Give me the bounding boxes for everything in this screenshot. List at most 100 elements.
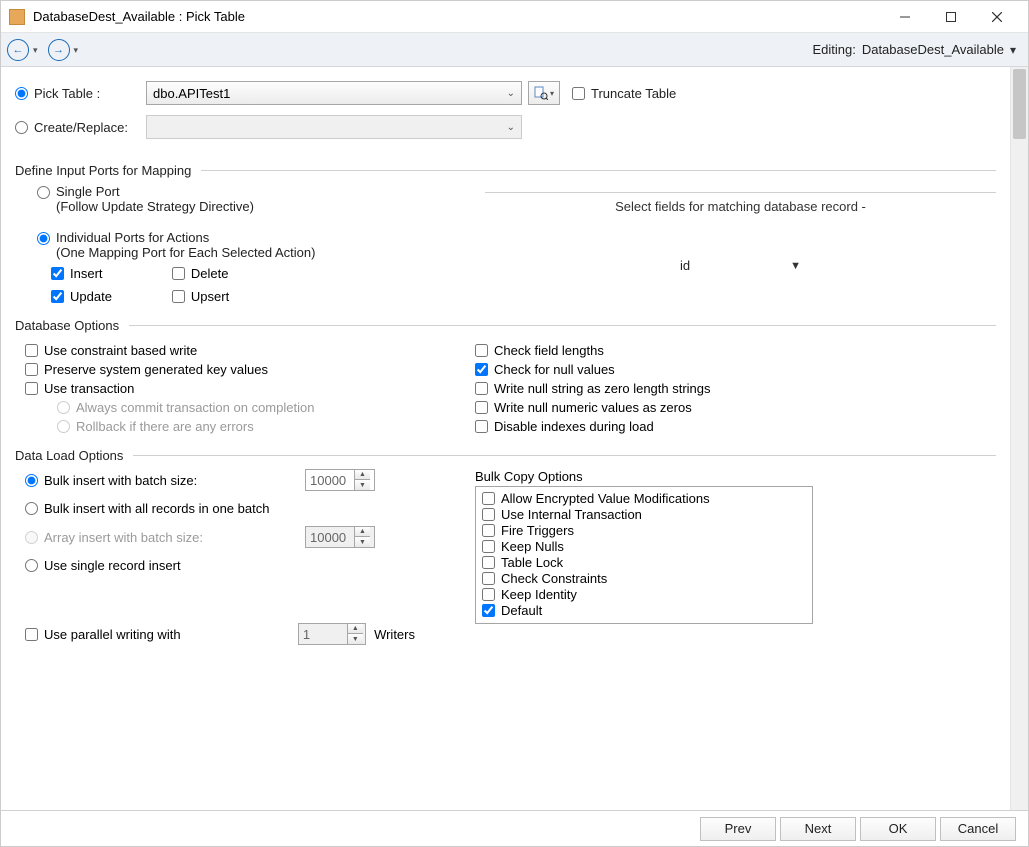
vertical-scrollbar[interactable] bbox=[1010, 67, 1028, 810]
bulk-batch-spinner[interactable]: ▲▼ bbox=[305, 469, 375, 491]
single-port-radio[interactable] bbox=[37, 186, 50, 199]
pick-table-value: dbo.APITest1 bbox=[153, 86, 507, 101]
chevron-down-icon: ⌄ bbox=[507, 88, 515, 99]
update-label: Update bbox=[70, 289, 112, 304]
constraint-write-label: Use constraint based write bbox=[44, 343, 197, 358]
check-lengths-label: Check field lengths bbox=[494, 343, 604, 358]
bulk-option-row: Keep Identity bbox=[482, 587, 806, 602]
array-batch-spinner: ▲▼ bbox=[305, 526, 375, 548]
delete-label: Delete bbox=[191, 266, 229, 281]
bulk-option-label: Fire Triggers bbox=[501, 523, 574, 538]
insert-checkbox[interactable] bbox=[51, 267, 64, 280]
content-area: Pick Table : dbo.APITest1 ⌄ ▾ Truncate T… bbox=[1, 67, 1010, 810]
caret-down-icon: ▾ bbox=[550, 89, 554, 98]
spinner-up-icon: ▲ bbox=[348, 624, 363, 634]
bulk-option-checkbox[interactable] bbox=[482, 508, 495, 521]
bulk-option-checkbox[interactable] bbox=[482, 588, 495, 601]
minimize-button[interactable] bbox=[882, 3, 928, 31]
scrollbar-thumb[interactable] bbox=[1013, 69, 1026, 139]
preserve-keys-checkbox[interactable] bbox=[25, 363, 38, 376]
footer: Prev Next OK Cancel bbox=[1, 810, 1028, 846]
pick-table-combo[interactable]: dbo.APITest1 ⌄ bbox=[146, 81, 522, 105]
null-string-checkbox[interactable] bbox=[475, 382, 488, 395]
forward-dropdown-icon[interactable]: ▾ bbox=[74, 45, 79, 56]
bulk-option-label: Table Lock bbox=[501, 555, 563, 570]
bulk-all-radio[interactable] bbox=[25, 502, 38, 515]
bulk-option-row: Check Constraints bbox=[482, 571, 806, 586]
bulk-option-row: Use Internal Transaction bbox=[482, 507, 806, 522]
constraint-write-checkbox[interactable] bbox=[25, 344, 38, 357]
use-transaction-checkbox[interactable] bbox=[25, 382, 38, 395]
bulk-option-label: Keep Identity bbox=[501, 587, 577, 602]
parallel-write-label: Use parallel writing with bbox=[44, 627, 181, 642]
bulk-option-checkbox[interactable] bbox=[482, 572, 495, 585]
spinner-up-icon[interactable]: ▲ bbox=[355, 470, 370, 480]
bulk-option-label: Check Constraints bbox=[501, 571, 607, 586]
back-button[interactable]: ← bbox=[7, 39, 29, 61]
bulk-option-checkbox[interactable] bbox=[482, 604, 495, 617]
editing-target: DatabaseDest_Available bbox=[862, 42, 1004, 57]
chevron-down-icon: ⌄ bbox=[507, 122, 515, 133]
commit-radio bbox=[57, 401, 70, 414]
bulk-batch-radio[interactable] bbox=[25, 474, 38, 487]
single-record-radio[interactable] bbox=[25, 559, 38, 572]
rollback-label: Rollback if there are any errors bbox=[76, 419, 254, 434]
mapping-section-title: Define Input Ports for Mapping bbox=[15, 163, 996, 178]
close-button[interactable] bbox=[974, 3, 1020, 31]
editing-dropdown-icon[interactable]: ▾ bbox=[1010, 43, 1016, 57]
parallel-writers-input bbox=[299, 627, 347, 642]
parallel-writers-spinner: ▲▼ bbox=[298, 623, 366, 645]
browse-table-button[interactable]: ▾ bbox=[528, 81, 560, 105]
bulk-option-row: Fire Triggers bbox=[482, 523, 806, 538]
upsert-checkbox[interactable] bbox=[172, 290, 185, 303]
bulk-option-label: Keep Nulls bbox=[501, 539, 564, 554]
bulk-option-row: Allow Encrypted Value Modifications bbox=[482, 491, 806, 506]
forward-button[interactable]: → bbox=[48, 39, 70, 61]
truncate-table-checkbox[interactable] bbox=[572, 87, 585, 100]
ok-button[interactable]: OK bbox=[860, 817, 936, 841]
bulk-option-checkbox[interactable] bbox=[482, 540, 495, 553]
app-icon bbox=[9, 9, 25, 25]
cancel-button[interactable]: Cancel bbox=[940, 817, 1016, 841]
null-numeric-checkbox[interactable] bbox=[475, 401, 488, 414]
bulk-batch-input[interactable] bbox=[306, 473, 354, 488]
disable-indexes-checkbox[interactable] bbox=[475, 420, 488, 433]
match-fields-label: Select fields for matching database reco… bbox=[485, 199, 996, 214]
disable-indexes-label: Disable indexes during load bbox=[494, 419, 654, 434]
bulk-option-label: Allow Encrypted Value Modifications bbox=[501, 491, 710, 506]
spinner-down-icon: ▼ bbox=[355, 537, 370, 547]
match-field-dropdown[interactable]: id ▼ bbox=[485, 258, 996, 273]
bulk-option-checkbox[interactable] bbox=[482, 492, 495, 505]
check-lengths-checkbox[interactable] bbox=[475, 344, 488, 357]
next-button[interactable]: Next bbox=[780, 817, 856, 841]
delete-checkbox[interactable] bbox=[172, 267, 185, 280]
load-options-section-title: Data Load Options bbox=[15, 448, 996, 463]
update-checkbox[interactable] bbox=[51, 290, 64, 303]
single-record-label: Use single record insert bbox=[44, 558, 181, 573]
spinner-down-icon: ▼ bbox=[348, 634, 363, 644]
bulk-copy-title: Bulk Copy Options bbox=[475, 469, 813, 484]
parallel-write-checkbox[interactable] bbox=[25, 628, 38, 641]
bulk-option-row: Table Lock bbox=[482, 555, 806, 570]
create-replace-label: Create/Replace: bbox=[34, 120, 146, 135]
individual-ports-radio[interactable] bbox=[37, 232, 50, 245]
pick-table-label: Pick Table : bbox=[34, 86, 146, 101]
titlebar: DatabaseDest_Available : Pick Table bbox=[1, 1, 1028, 33]
create-replace-radio[interactable] bbox=[15, 121, 28, 134]
maximize-button[interactable] bbox=[928, 3, 974, 31]
spinner-up-icon: ▲ bbox=[355, 527, 370, 537]
check-nulls-checkbox[interactable] bbox=[475, 363, 488, 376]
array-batch-input bbox=[306, 530, 354, 545]
bulk-option-row: Default bbox=[482, 603, 806, 618]
individual-ports-desc: (One Mapping Port for Each Selected Acti… bbox=[56, 245, 315, 260]
bulk-option-label: Use Internal Transaction bbox=[501, 507, 642, 522]
bulk-option-checkbox[interactable] bbox=[482, 556, 495, 569]
bulk-option-checkbox[interactable] bbox=[482, 524, 495, 537]
pick-table-radio[interactable] bbox=[15, 87, 28, 100]
upsert-label: Upsert bbox=[191, 289, 229, 304]
spinner-down-icon[interactable]: ▼ bbox=[355, 480, 370, 490]
back-dropdown-icon[interactable]: ▾ bbox=[33, 45, 38, 56]
toolbar: ← ▾ → ▾ Editing: DatabaseDest_Available … bbox=[1, 33, 1028, 67]
prev-button[interactable]: Prev bbox=[700, 817, 776, 841]
caret-down-icon: ▼ bbox=[790, 260, 801, 272]
